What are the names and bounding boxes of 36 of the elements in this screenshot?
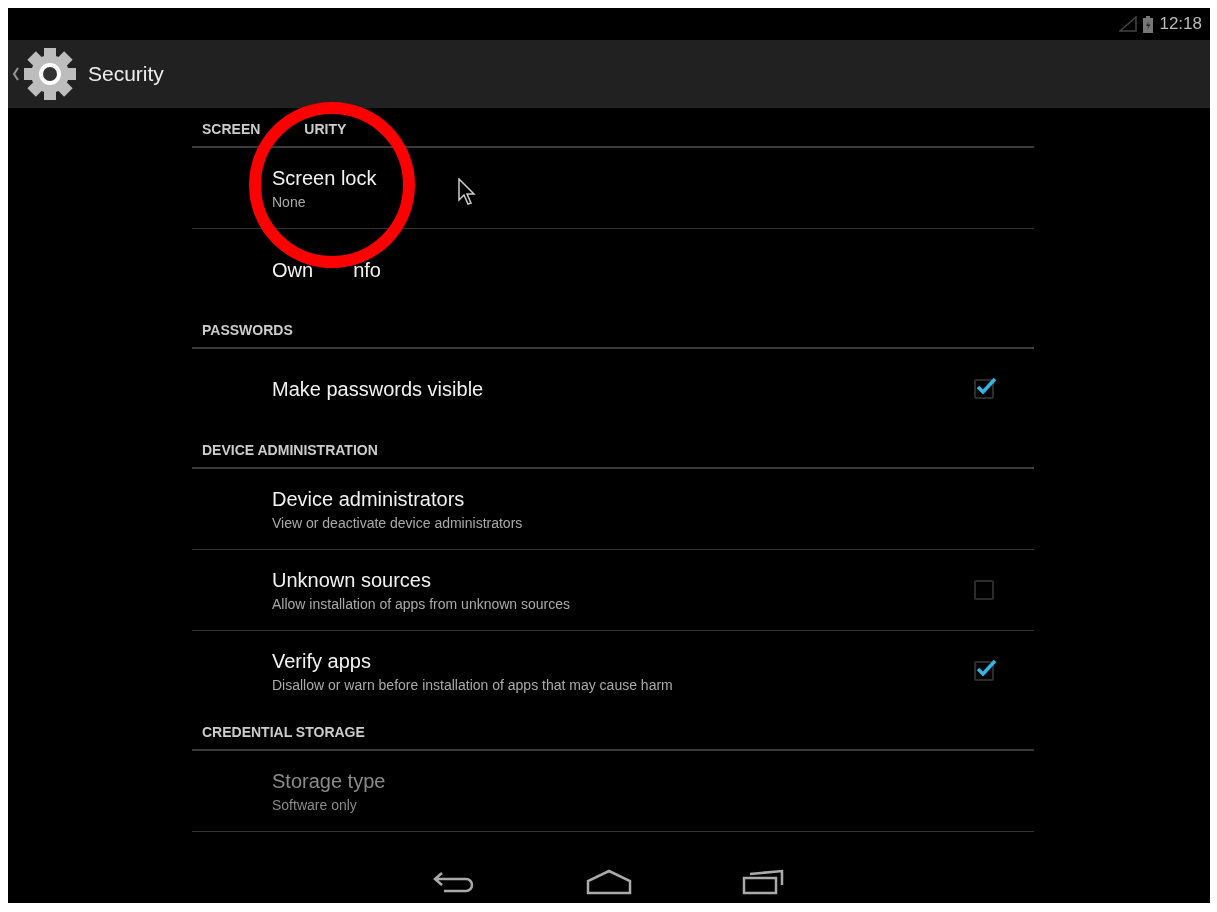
clock-time: 12:18 xyxy=(1159,14,1202,34)
setting-title: nfo xyxy=(353,259,381,282)
setting-summary: Software only xyxy=(272,796,358,813)
section-header: CREDENTIAL STORAGE xyxy=(192,721,1034,751)
section-header: URITY xyxy=(304,121,347,137)
checkbox[interactable] xyxy=(974,379,994,399)
mouse-cursor-icon xyxy=(458,178,476,206)
section-header: DEVICE ADMINISTRATION xyxy=(192,439,1034,469)
recent-apps-button[interactable] xyxy=(742,868,786,895)
setting-title: Screen lock xyxy=(272,166,378,190)
setting-row[interactable]: Verify apps Disallow or warn before installation of apps that may cause harm xyxy=(192,631,1034,711)
setting-summary: Allow installation of apps from unknown sources xyxy=(272,595,572,612)
chevron-icon xyxy=(12,67,20,81)
up-navigation-button[interactable] xyxy=(12,46,78,102)
section-header: PASSWORDS xyxy=(192,319,1034,349)
checkbox[interactable] xyxy=(974,661,994,681)
setting-summary: View or deactivate device administrators xyxy=(272,514,524,531)
setting-row[interactable]: Unknown sources Allow installation of apps from unknown sources xyxy=(192,550,1034,631)
setting-row[interactable]: Make passwords visible xyxy=(192,349,1034,429)
signal-icon xyxy=(1119,16,1138,32)
setting-summary: None xyxy=(272,193,307,210)
setting-title: Storage type xyxy=(272,769,387,793)
setting-summary: Disallow or warn before installation of apps that may cause harm xyxy=(272,676,674,693)
home-button[interactable] xyxy=(586,868,632,895)
checkbox[interactable] xyxy=(974,580,994,600)
section-header: SCREEN xyxy=(202,121,261,137)
setting-title: Make passwords visible xyxy=(272,377,485,401)
battery-icon xyxy=(1143,15,1154,33)
setting-title: Verify apps xyxy=(272,649,372,673)
gear-icon xyxy=(22,46,78,102)
screen-title: Security xyxy=(88,62,164,86)
setting-title: Device administrators xyxy=(272,487,466,511)
setting-row[interactable]: Own nfo xyxy=(192,229,1034,309)
setting-row[interactable]: Device administrators View or deactivate device administrators xyxy=(192,469,1034,550)
setting-title: Unknown sources xyxy=(272,568,432,592)
setting-title: Own xyxy=(272,259,314,282)
